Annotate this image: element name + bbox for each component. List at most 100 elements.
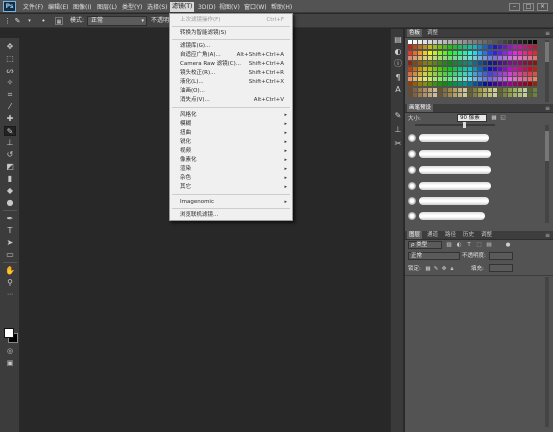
color-swatch[interactable] [518,50,522,55]
color-swatch[interactable] [443,50,447,55]
color-swatch[interactable] [528,40,532,44]
filter-pixel-icon[interactable]: ▨ [446,242,452,248]
size-slider[interactable] [415,122,495,128]
color-swatch[interactable] [533,93,537,97]
panel-menu-icon[interactable]: ≡ [545,232,550,239]
color-swatch[interactable] [423,55,427,60]
menu-item-render[interactable]: 渲染 ▸ [180,165,290,173]
color-swatch[interactable] [413,45,417,50]
menu-item-noise[interactable]: 杂色 ▸ [180,174,290,182]
paragraph-icon[interactable]: ¶ [393,73,403,83]
color-swatch[interactable] [443,61,447,66]
color-swatch[interactable] [463,71,467,76]
menu-layer[interactable]: 图层(L) [97,3,117,12]
brush-tool-icon[interactable]: ✎ [4,126,16,136]
color-swatch[interactable] [523,93,527,97]
color-swatch[interactable] [438,50,442,55]
clone-stamp-tool-icon[interactable]: ⊥ [4,138,16,148]
color-swatch[interactable] [433,40,437,44]
color-swatch[interactable] [443,82,447,87]
color-swatch[interactable] [453,55,457,60]
color-swatch[interactable] [513,66,517,71]
eyedropper-tool-icon[interactable]: ⁄ [4,102,16,112]
color-swatch[interactable] [413,87,417,92]
color-swatch[interactable] [513,61,517,66]
menu-help[interactable]: 帮助(H) [271,3,292,12]
color-swatch[interactable] [468,93,472,97]
color-swatch[interactable] [433,66,437,71]
color-swatch[interactable] [448,61,452,66]
hand-tool-icon[interactable]: ✋ [4,266,16,276]
color-swatch[interactable] [498,77,502,82]
color-swatch[interactable] [498,50,502,55]
color-swatch[interactable] [468,77,472,82]
color-swatch[interactable] [498,82,502,87]
color-swatch[interactable] [408,45,412,50]
maximize-icon[interactable]: □ [523,3,534,11]
brush-stroke-preview[interactable] [419,150,491,158]
color-swatch[interactable] [483,82,487,87]
color-swatch[interactable] [523,50,527,55]
color-swatch[interactable] [453,45,457,50]
color-swatch[interactable] [413,50,417,55]
history-icon[interactable]: ▤ [393,35,403,45]
opacity-input[interactable] [489,252,513,260]
color-swatch[interactable] [518,55,522,60]
color-swatch[interactable] [428,55,432,60]
color-swatch[interactable] [458,93,462,97]
menu-item-camera-raw[interactable]: Camera Raw 滤镜(C)... Shift+Ctrl+A [180,60,290,68]
color-swatch[interactable] [468,55,472,60]
tab-brush-presets[interactable]: 画笔预设 [407,104,434,112]
color-swatch[interactable] [423,87,427,92]
menu-item-convert-smart-filter[interactable]: 转换为智能滤镜(S) [180,29,290,37]
color-swatch[interactable] [513,77,517,82]
color-swatch[interactable] [408,77,412,82]
color-swatch[interactable] [448,40,452,44]
filter-shape-icon[interactable]: ⬚ [476,242,482,248]
color-swatch[interactable] [478,66,482,71]
color-swatch[interactable] [473,87,477,92]
foreground-color-swatch[interactable] [4,328,14,338]
color-swatch[interactable] [478,50,482,55]
color-swatch[interactable] [523,61,527,66]
color-swatch[interactable] [483,50,487,55]
color-swatch[interactable] [488,87,492,92]
color-swatch[interactable] [423,82,427,87]
color-swatch[interactable] [443,55,447,60]
color-swatch[interactable] [448,55,452,60]
color-swatch[interactable] [473,77,477,82]
zoom-tool-icon[interactable]: ⚲ [4,278,16,288]
color-swatch[interactable] [488,66,492,71]
color-swatch[interactable] [438,61,442,66]
color-swatch[interactable] [468,61,472,66]
color-swatch[interactable] [463,82,467,87]
color-swatch[interactable] [483,45,487,50]
color-swatch[interactable] [493,61,497,66]
color-swatch[interactable] [423,61,427,66]
color-swatch[interactable] [433,93,437,97]
color-swatch[interactable] [508,55,512,60]
menu-filter[interactable]: 滤镜(T) [170,2,195,12]
brush-size-icon[interactable]: • [39,17,48,25]
menu-window[interactable]: 窗口(W) [244,3,267,12]
color-swatch[interactable] [428,61,432,66]
layers-scrollbar[interactable] [545,277,549,427]
fill-input[interactable] [489,264,513,272]
lasso-tool-icon[interactable]: ᔕ [4,66,16,76]
color-swatch[interactable] [438,87,442,92]
toggle-brush-panel-icon[interactable]: ▦ [491,115,497,121]
color-swatch[interactable] [413,66,417,71]
color-swatch[interactable] [438,40,442,44]
menu-file[interactable]: 文件(F) [23,3,43,12]
quick-mask-icon[interactable]: ◎ [4,346,16,356]
color-swatch[interactable] [418,66,422,71]
color-swatch[interactable] [413,82,417,87]
brush-icon[interactable]: ✎ [393,111,403,121]
color-swatch[interactable] [418,40,422,44]
color-swatch[interactable] [483,93,487,97]
color-swatch[interactable] [438,55,442,60]
tab-adjust[interactable]: 调整 [425,29,440,37]
tab-layers[interactable]: 图层 [407,231,423,239]
color-swatch[interactable] [498,61,502,66]
swatches-scrollbar[interactable] [545,40,549,102]
